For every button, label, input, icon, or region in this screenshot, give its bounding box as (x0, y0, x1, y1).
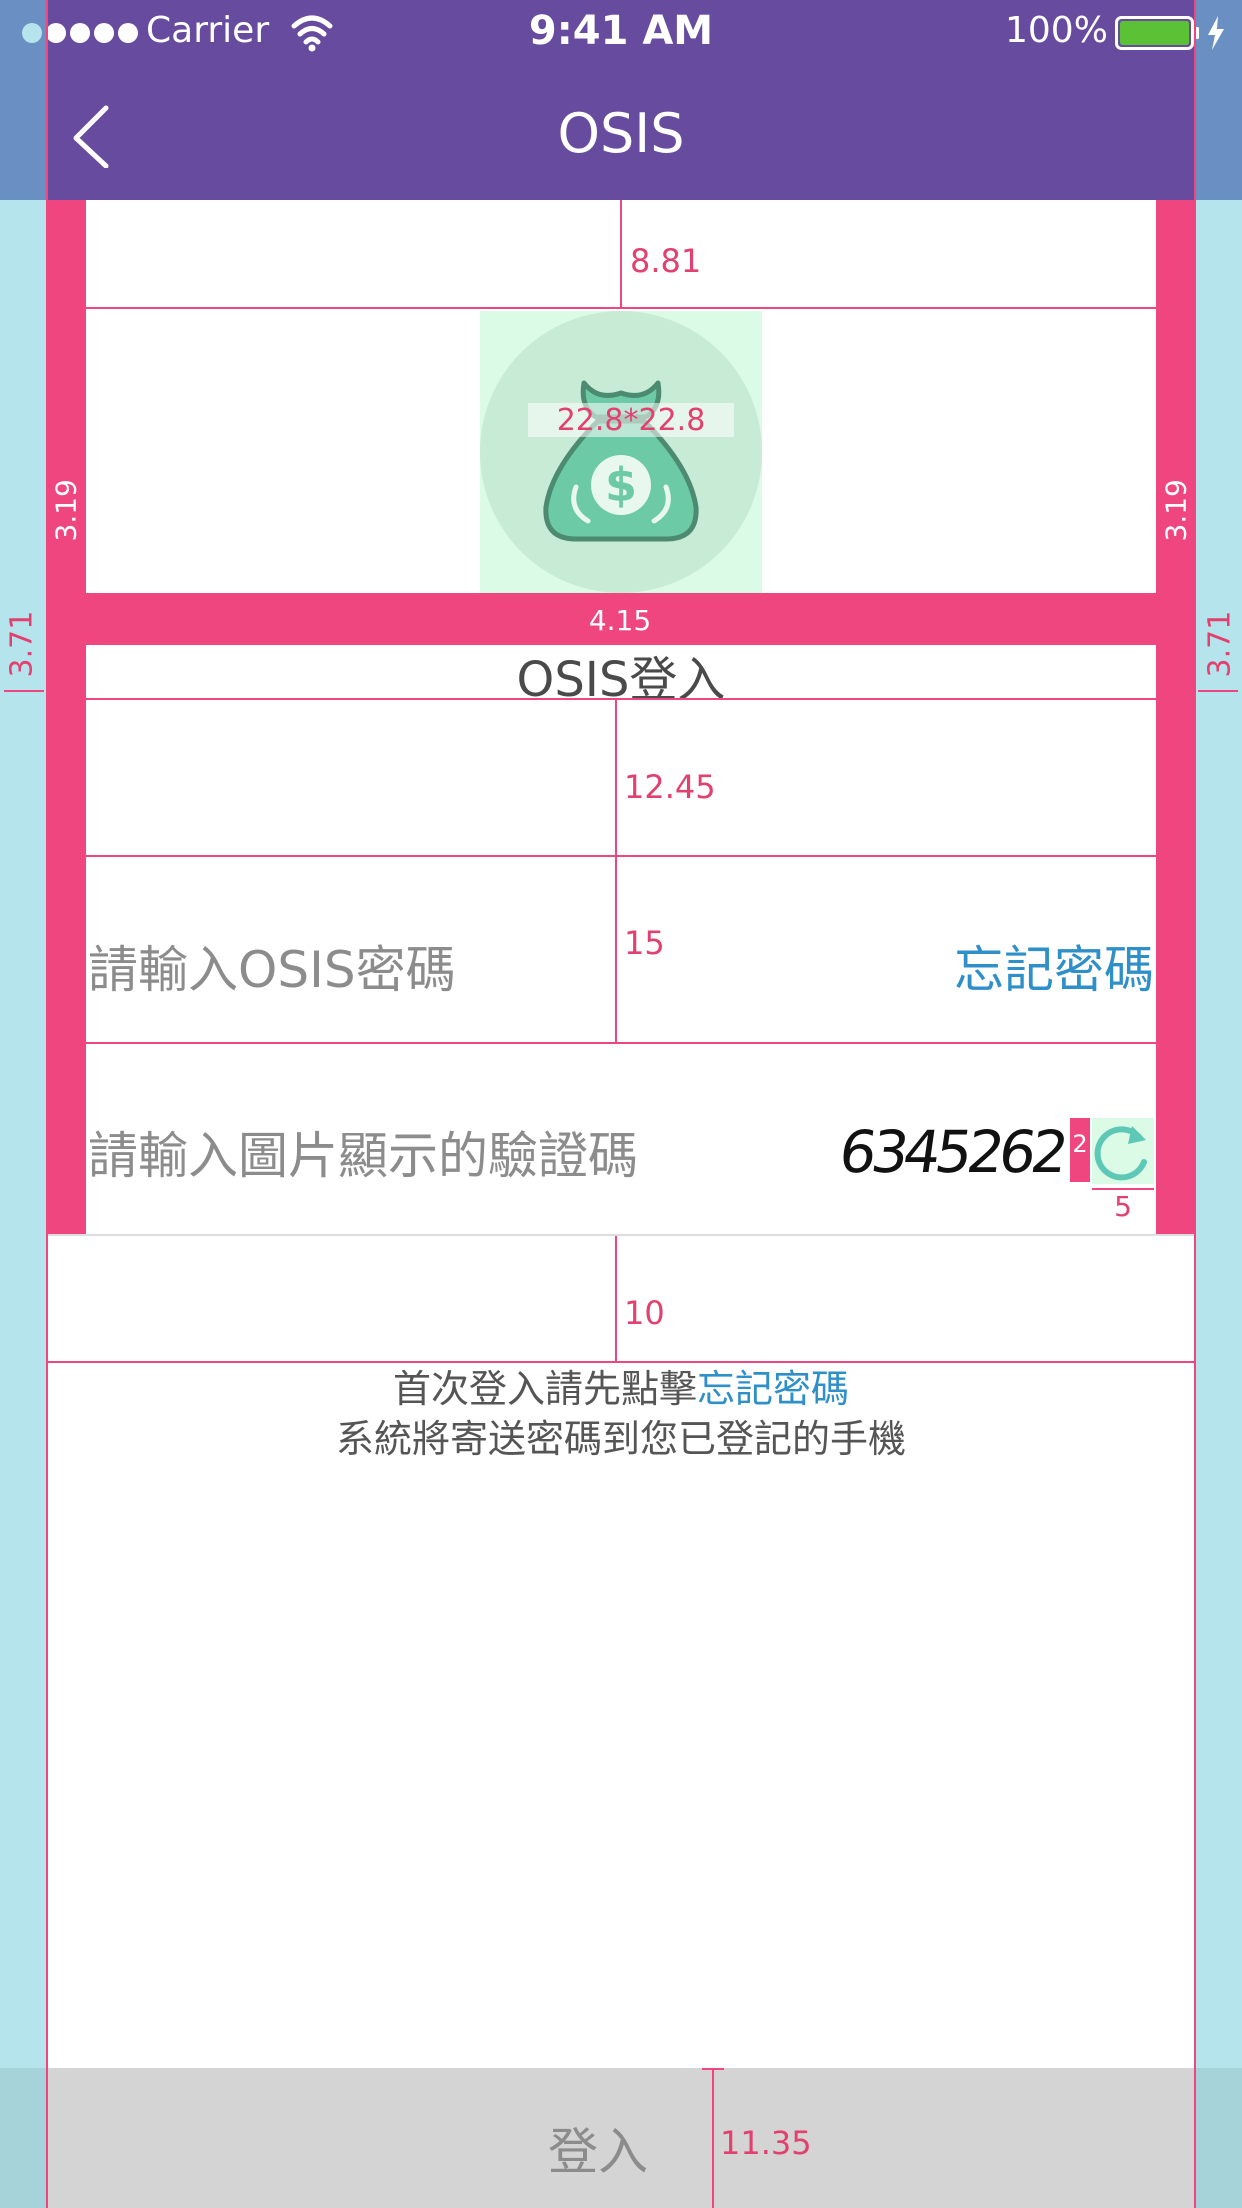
button-left-shade (0, 2068, 46, 2208)
right-pink-band (1156, 200, 1194, 1236)
top-gap-vertical-guide (620, 200, 622, 308)
refresh-icon (1094, 1126, 1147, 1181)
page-title: OSIS (557, 102, 685, 165)
notice-line-1-prefix: 首次登入請先點擊 (392, 1367, 697, 1411)
left-pink-band (48, 200, 86, 1236)
button-height-tick-top (702, 2068, 724, 2070)
refresh-width-measure: 5 (1114, 1190, 1132, 1223)
captcha-image: 6345262 (835, 1118, 1068, 1186)
login-button-label: 登入 (548, 2123, 648, 2181)
row1-vertical-guide (615, 700, 617, 856)
refresh-captcha-button[interactable] (1092, 1118, 1154, 1184)
logo-frame: $ 22.8*22.8 (480, 311, 762, 593)
right-margin-strip (1196, 0, 1242, 2208)
svg-text:$: $ (605, 458, 637, 512)
battery-percent: 100% (1005, 10, 1108, 51)
button-right-shade (1196, 2068, 1242, 2208)
outer-left-measure: 3.71 (4, 610, 40, 678)
row1-measure: 12.45 (624, 768, 716, 806)
forgot-password-link[interactable]: 忘記密碼 (944, 930, 1154, 1002)
captcha-gap-measure: 2 (1072, 1130, 1088, 1158)
logo-size-label: 22.8*22.8 (556, 403, 706, 438)
row2-measure: 15 (624, 924, 665, 962)
logo-top-guide (86, 307, 1156, 309)
notice-line-2: 系統將寄送密碼到您已登記的手機 (335, 1417, 906, 1461)
row2-vertical-guide (615, 857, 617, 1043)
outer-right-measure: 3.71 (1202, 610, 1238, 678)
side-left-measure: 3.19 (49, 479, 83, 542)
login-button[interactable]: 登入 (48, 2068, 1194, 2208)
button-height-measure: 11.35 (720, 2124, 812, 2162)
heading-bottom-guide (86, 698, 1156, 700)
password-input[interactable]: 請輸入OSIS密碼 (88, 930, 456, 1002)
row2-bottom-guide (86, 1042, 1156, 1044)
outer-left-tick (4, 690, 44, 692)
navigation-bar: OSIS (0, 64, 1242, 200)
form-bottom-divider (48, 1234, 1194, 1236)
guide-right-edge (1194, 0, 1196, 2208)
notice-forgot-password-link[interactable]: 忘記密碼 (697, 1367, 849, 1411)
battery-icon (1115, 16, 1201, 50)
button-height-guide (712, 2068, 714, 2208)
charging-icon (1202, 14, 1230, 52)
bottom-gap-measure: 10 (624, 1294, 665, 1332)
captcha-input[interactable]: 請輸入圖片顯示的驗證碼 (88, 1116, 638, 1188)
outer-right-tick (1198, 690, 1238, 692)
money-bag-icon: $ (536, 371, 706, 551)
notice-line-1: 首次登入請先點擊忘記密碼 (0, 1358, 1242, 1413)
status-bar: Carrier 9:41 AM 100% (0, 0, 1242, 64)
top-gap-measure: 8.81 (630, 242, 702, 280)
bottom-gap-vertical-guide (615, 1236, 617, 1362)
left-margin-strip (0, 0, 46, 2208)
side-right-measure: 3.19 (1159, 479, 1193, 542)
band-gap-measure: 4.15 (588, 604, 652, 637)
